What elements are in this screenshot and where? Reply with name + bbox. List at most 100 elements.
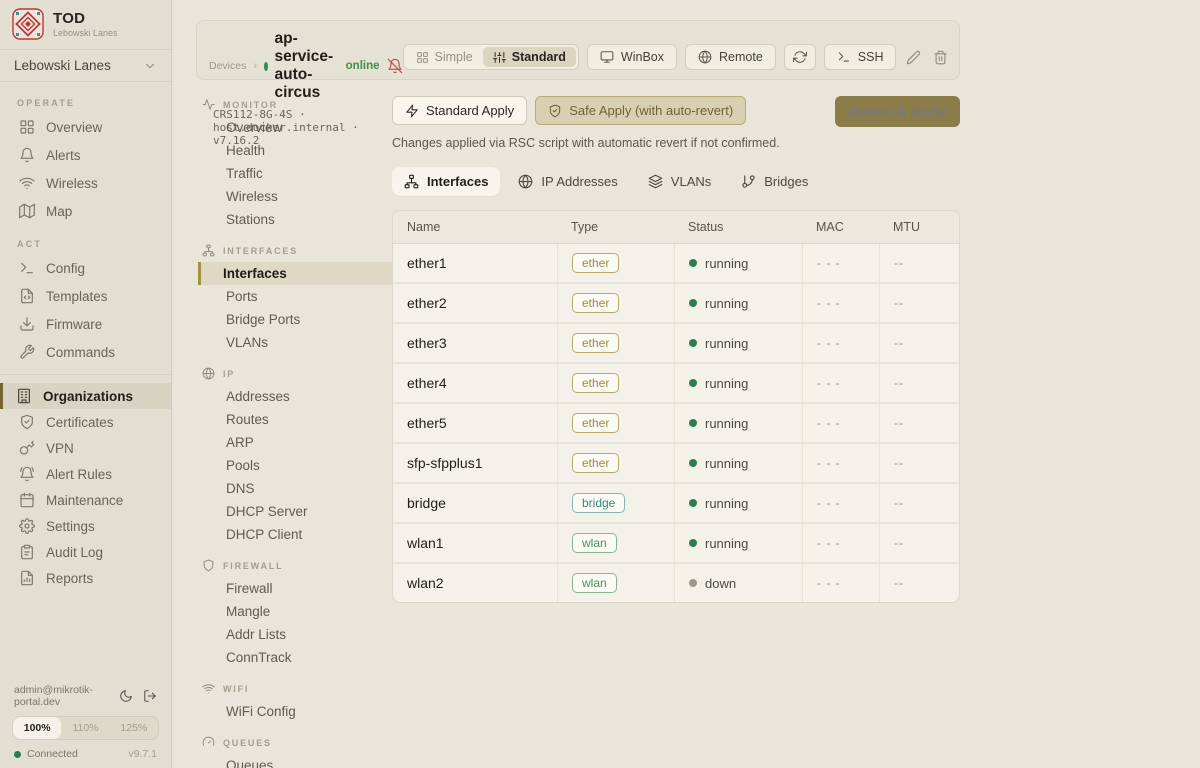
sidebar-item-firmware[interactable]: Firmware xyxy=(0,310,171,338)
sidebar-item-label: Map xyxy=(46,204,72,219)
sidebar-item-audit-log[interactable]: Audit Log xyxy=(0,539,171,565)
subnav-item-dhcp-server[interactable]: DHCP Server xyxy=(198,500,392,523)
sidebar-item-wireless[interactable]: Wireless xyxy=(0,169,171,197)
col-name: Name xyxy=(393,211,557,243)
sidebar-item-reports[interactable]: Reports xyxy=(0,565,171,591)
subnav-item-interfaces[interactable]: Interfaces xyxy=(198,262,392,285)
sidebar-item-certificates[interactable]: Certificates xyxy=(0,409,171,435)
activity-icon xyxy=(202,98,215,111)
view-mode-simple[interactable]: Simple xyxy=(406,47,483,67)
device-subnav: MONITOR Overview Health Traffic Wireless… xyxy=(196,96,392,768)
subnav-item-routes[interactable]: Routes xyxy=(198,408,392,431)
subnav-item-queues[interactable]: Queues xyxy=(198,754,392,768)
tab-ip-addresses[interactable]: IP Addresses xyxy=(506,167,629,196)
subnav-item-firewall[interactable]: Firewall xyxy=(198,577,392,600)
winbox-button[interactable]: WinBox xyxy=(587,44,677,70)
table-row-ether4[interactable]: ether4 ether running - - - -- xyxy=(393,364,959,404)
cell-name: ether5 xyxy=(393,404,557,442)
status-dot xyxy=(689,419,697,427)
subnav-section-interfaces: INTERFACES xyxy=(198,244,392,257)
subnav-item-ports[interactable]: Ports xyxy=(198,285,392,308)
sidebar-item-overview[interactable]: Overview xyxy=(0,113,171,141)
subnav-item-dhcp-client[interactable]: DHCP Client xyxy=(198,523,392,546)
standard-apply-button[interactable]: Standard Apply xyxy=(392,96,527,125)
table-row-ether5[interactable]: ether5 ether running - - - -- xyxy=(393,404,959,444)
subnav-item-conntrack[interactable]: ConnTrack xyxy=(198,646,392,669)
wifi-icon xyxy=(202,682,215,695)
status-dot xyxy=(689,299,697,307)
subnav-item-overview[interactable]: Overview xyxy=(198,116,392,139)
sidebar-item-config[interactable]: Config xyxy=(0,254,171,282)
safe-apply-button[interactable]: Safe Apply (with auto-revert) xyxy=(535,96,746,125)
subnav-item-traffic[interactable]: Traffic xyxy=(198,162,392,185)
logout-icon[interactable] xyxy=(143,689,157,703)
type-badge: ether xyxy=(572,293,619,313)
monitor-icon xyxy=(600,50,614,64)
subnav-item-pools[interactable]: Pools xyxy=(198,454,392,477)
table-row-wlan1[interactable]: wlan1 wlan running - - - -- xyxy=(393,524,959,564)
subnav-item-bridge-ports[interactable]: Bridge Ports xyxy=(198,308,392,331)
sidebar-item-templates[interactable]: Templates xyxy=(0,282,171,310)
globe-icon xyxy=(518,174,533,189)
main-area: Devices › ap-service-auto-circus online … xyxy=(172,0,1200,768)
remote-button[interactable]: Remote xyxy=(685,44,776,70)
subnav-section-firewall: FIREWALL xyxy=(198,559,392,572)
table-row-wlan2[interactable]: wlan2 wlan down - - - -- xyxy=(393,564,959,602)
shield-check-icon xyxy=(19,414,35,430)
org-selector[interactable]: Lebowski Lanes xyxy=(0,50,171,82)
sidebar-item-map[interactable]: Map xyxy=(0,197,171,225)
tab-interfaces[interactable]: Interfaces xyxy=(392,167,500,196)
scale-option-100[interactable]: 100% xyxy=(13,717,61,739)
edit-pencil-icon[interactable] xyxy=(906,50,921,65)
subnav-item-mangle[interactable]: Mangle xyxy=(198,600,392,623)
status-dot xyxy=(689,339,697,347)
device-header-card: Devices › ap-service-auto-circus online … xyxy=(196,20,960,80)
dark-mode-moon-icon[interactable] xyxy=(119,689,133,703)
sidebar-item-label: Maintenance xyxy=(46,493,123,508)
sidebar-item-label: Reports xyxy=(46,571,93,586)
table-row-ether2[interactable]: ether2 ether running - - - -- xyxy=(393,284,959,324)
subnav-item-addresses[interactable]: Addresses xyxy=(198,385,392,408)
sidebar-item-commands[interactable]: Commands xyxy=(0,338,171,366)
notifications-off-icon[interactable] xyxy=(387,58,403,74)
subnav-item-stations[interactable]: Stations xyxy=(198,208,392,231)
tab-bridges[interactable]: Bridges xyxy=(729,167,820,196)
table-row-bridge[interactable]: bridge bridge running - - - -- xyxy=(393,484,959,524)
gauge-icon xyxy=(202,736,215,749)
scale-option-125[interactable]: 125% xyxy=(110,717,158,739)
tab-label: IP Addresses xyxy=(541,174,617,189)
sidebar-item-label: Audit Log xyxy=(46,545,103,560)
delete-trash-icon[interactable] xyxy=(933,50,948,65)
interfaces-table: Name Type Status MAC MTU ether1 ether ru… xyxy=(392,210,960,603)
sidebar-item-settings[interactable]: Settings xyxy=(0,513,171,539)
subnav-item-health[interactable]: Health xyxy=(198,139,392,162)
sidebar-item-alerts[interactable]: Alerts xyxy=(0,141,171,169)
subnav-item-dns[interactable]: DNS xyxy=(198,477,392,500)
breadcrumb-devices[interactable]: Devices xyxy=(209,60,246,72)
subnav-item-wireless[interactable]: Wireless xyxy=(198,185,392,208)
ssh-button[interactable]: SSH xyxy=(824,44,897,70)
sidebar-item-label: Settings xyxy=(46,519,95,534)
sidebar-item-alert-rules[interactable]: Alert Rules xyxy=(0,461,171,487)
subnav-item-addr-lists[interactable]: Addr Lists xyxy=(198,623,392,646)
sidebar-item-vpn[interactable]: VPN xyxy=(0,435,171,461)
sidebar-item-organizations[interactable]: Organizations xyxy=(0,383,171,409)
cell-name: wlan2 xyxy=(393,564,557,602)
review-apply-button[interactable]: Review & Apply xyxy=(835,96,960,127)
sidebar-item-maintenance[interactable]: Maintenance xyxy=(0,487,171,513)
status-text: running xyxy=(705,256,748,271)
subnav-item-wifi-config[interactable]: WiFi Config xyxy=(198,700,392,723)
table-row-ether1[interactable]: ether1 ether running - - - -- xyxy=(393,244,959,284)
subnav-item-vlans[interactable]: VLANs xyxy=(198,331,392,354)
tab-vlans[interactable]: VLANs xyxy=(636,167,723,196)
table-row-ether3[interactable]: ether3 ether running - - - -- xyxy=(393,324,959,364)
bell-icon xyxy=(19,147,35,163)
connection-status: Connected xyxy=(27,748,78,760)
status-dot xyxy=(689,259,697,267)
type-badge: wlan xyxy=(572,533,617,553)
refresh-button[interactable] xyxy=(784,44,816,70)
table-row-sfp-sfpplus1[interactable]: sfp-sfpplus1 ether running - - - -- xyxy=(393,444,959,484)
view-mode-standard[interactable]: Standard xyxy=(483,47,576,67)
scale-option-110[interactable]: 110% xyxy=(61,717,109,739)
subnav-item-arp[interactable]: ARP xyxy=(198,431,392,454)
